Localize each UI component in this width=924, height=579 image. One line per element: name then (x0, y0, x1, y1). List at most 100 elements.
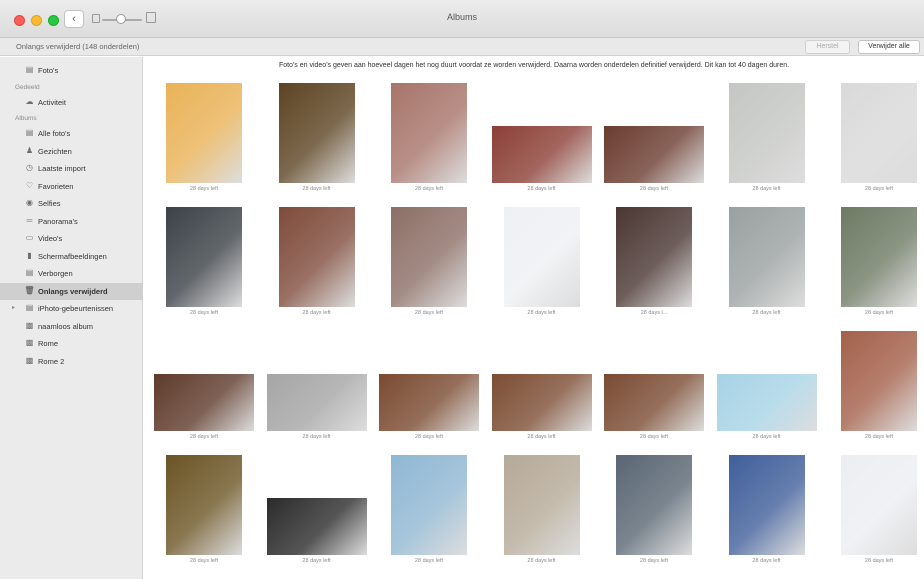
disclosure-triangle-icon[interactable]: ▸ (12, 304, 15, 311)
heart-icon: ♡ (25, 180, 34, 190)
photo-thumbnail[interactable] (391, 455, 467, 555)
days-left-label: 28 days left (527, 310, 556, 316)
sidebar-item-rome[interactable]: ▩ Rome (0, 335, 143, 352)
folder-icon: ▤ (25, 303, 34, 312)
sidebar-item-label: Schermafbeeldingen (38, 251, 107, 261)
sidebar-item-panorama-s[interactable]: ═ Panorama's (0, 213, 143, 230)
photo-item[interactable]: 28 days left (373, 81, 485, 205)
photo-item[interactable]: 28 days left (148, 329, 260, 453)
photo-thumbnail[interactable] (728, 455, 805, 555)
photo-item[interactable]: 28 days left (598, 453, 710, 577)
photo-thumbnail[interactable] (841, 83, 917, 183)
sidebar-item-iphoto-gebeurtenissen[interactable]: ▸ ▤ iPhoto-gebeurtenissen (0, 300, 143, 317)
photo-item[interactable]: 28 days left (823, 329, 924, 453)
photo-item[interactable]: 28 days left (823, 205, 924, 329)
sidebar-item-label: Laatste import (38, 164, 86, 173)
photo-item[interactable]: 28 days left (486, 81, 598, 205)
photo-thumbnail[interactable] (379, 374, 479, 431)
photo-thumbnail[interactable] (503, 207, 580, 307)
days-left-label: 28 days left (414, 310, 444, 316)
photo-thumbnail[interactable] (841, 331, 917, 431)
sidebar-item-onlangs-verwijderd[interactable]: 🗑 Onlangs verwijderd (0, 282, 143, 300)
sidebar-item-label: Verborgen (38, 269, 73, 278)
delete-all-button[interactable]: Verwijder alle (858, 40, 920, 54)
days-left-label: 28 days left (864, 558, 894, 564)
clock-icon: ◷ (26, 163, 33, 172)
photo-item[interactable]: 28 days left (261, 205, 373, 329)
photo-thumbnail[interactable] (166, 83, 242, 183)
photo-item[interactable]: 28 days left (373, 205, 485, 329)
photo-item[interactable]: 28 days left (148, 205, 260, 329)
photo-thumbnail[interactable] (841, 455, 917, 555)
photo-thumbnail[interactable] (503, 455, 580, 555)
album-thumbnail-icon: ▩ (25, 338, 34, 347)
photo-item[interactable]: 28 days left (261, 81, 373, 205)
days-left-label: 28 days left (414, 434, 444, 440)
photo-item[interactable]: 28 days left (823, 453, 924, 577)
sidebar-item-selfies[interactable]: ◉ Selfies (0, 195, 143, 212)
photo-thumbnail[interactable] (166, 455, 242, 555)
photo-thumbnail[interactable] (728, 83, 805, 183)
photo-thumbnail[interactable] (154, 374, 254, 431)
sidebar-item-laatste-import[interactable]: ◷ Laatste import (0, 160, 143, 177)
days-left-label: 28 days left (302, 310, 331, 316)
days-left-label: 28 days left (864, 186, 894, 192)
photo-item[interactable]: 28 days left (148, 81, 260, 205)
photo-thumbnail[interactable] (266, 498, 367, 555)
photo-item[interactable]: 28 days left (598, 329, 710, 453)
photo-item[interactable]: 28 days left (711, 81, 823, 205)
photos-icon: ▤ (25, 65, 34, 74)
sidebar: ▤ Foto's Gedeeld ☁ Activiteit Albums ▤ Alle fot… (0, 57, 143, 579)
sidebar-item-label: Favorieten (38, 181, 74, 191)
photo-item[interactable]: 28 days left (373, 329, 485, 453)
photo-thumbnail[interactable] (278, 83, 355, 183)
photo-thumbnail[interactable] (716, 374, 817, 431)
days-left-label: 28 days left (639, 186, 669, 192)
photo-item[interactable]: 28 days left (148, 453, 260, 577)
sidebar-item-rome-2[interactable]: ▩ Rome 2 (0, 353, 143, 370)
photo-thumbnail[interactable] (491, 374, 592, 431)
all-photos-icon: ▤ (25, 128, 34, 137)
days-left-label: 28 days left (414, 186, 444, 192)
photo-item[interactable]: 28 days left (711, 453, 823, 577)
photo-thumbnail[interactable] (391, 207, 467, 307)
sidebar-item-naamloos-album[interactable]: ▩ naamloos album (0, 318, 143, 335)
photo-item[interactable]: 28 days left (486, 329, 598, 453)
photo-item[interactable]: 28 days left (373, 453, 485, 577)
photo-thumbnail[interactable] (391, 83, 467, 183)
sidebar-item-foto-s[interactable]: ▤ Foto's (0, 62, 143, 79)
photo-thumbnail[interactable] (266, 374, 367, 431)
photo-thumbnail[interactable] (604, 374, 704, 431)
photo-thumbnail[interactable] (278, 207, 355, 307)
photo-item[interactable]: 28 days left (486, 205, 598, 329)
photo-thumbnail[interactable] (728, 207, 805, 307)
photo-item[interactable]: 28 days left (598, 81, 710, 205)
sidebar-item-gezichten[interactable]: ♟ Gezichten (0, 143, 143, 160)
days-left-label: 28 days left (302, 558, 331, 564)
photo-item[interactable]: 28 days left (486, 453, 598, 577)
restore-button[interactable]: Herstel (805, 40, 850, 54)
days-left-label: 28 days left (527, 434, 556, 440)
days-left-label: 28 days left (752, 310, 781, 316)
cloud-icon: ☁ (25, 96, 34, 106)
sidebar-item-video-s[interactable]: ▭ Video's (0, 230, 143, 247)
photo-thumbnail[interactable] (166, 207, 242, 307)
photo-item[interactable]: 28 days l... (598, 205, 710, 329)
sidebar-item-schermafbeeldingen[interactable]: ▮ Schermafbeeldingen (0, 248, 143, 265)
sidebar-item-alle-foto-s[interactable]: ▤ Alle foto's (0, 125, 143, 142)
sidebar-item-verborgen[interactable]: ▤ Verborgen (0, 265, 143, 282)
sidebar-item-favorieten[interactable]: ♡ Favorieten (0, 178, 143, 195)
photo-thumbnail[interactable] (604, 126, 704, 183)
photo-thumbnail[interactable] (616, 455, 692, 555)
photo-item[interactable]: 28 days left (261, 453, 373, 577)
photo-item[interactable]: 28 days left (711, 329, 823, 453)
photo-item[interactable]: 28 days left (261, 329, 373, 453)
main-content: Foto's en video's geven aan hoeveel dage… (144, 57, 924, 579)
photo-thumbnail[interactable] (491, 126, 592, 183)
sidebar-item-activiteit[interactable]: ☁ Activiteit (0, 94, 143, 111)
photo-thumbnail[interactable] (616, 207, 692, 307)
photo-item[interactable]: 28 days left (711, 205, 823, 329)
photo-item[interactable]: 28 days left (823, 81, 924, 205)
photo-thumbnail[interactable] (841, 207, 917, 307)
days-left-label: 28 days left (414, 558, 444, 564)
